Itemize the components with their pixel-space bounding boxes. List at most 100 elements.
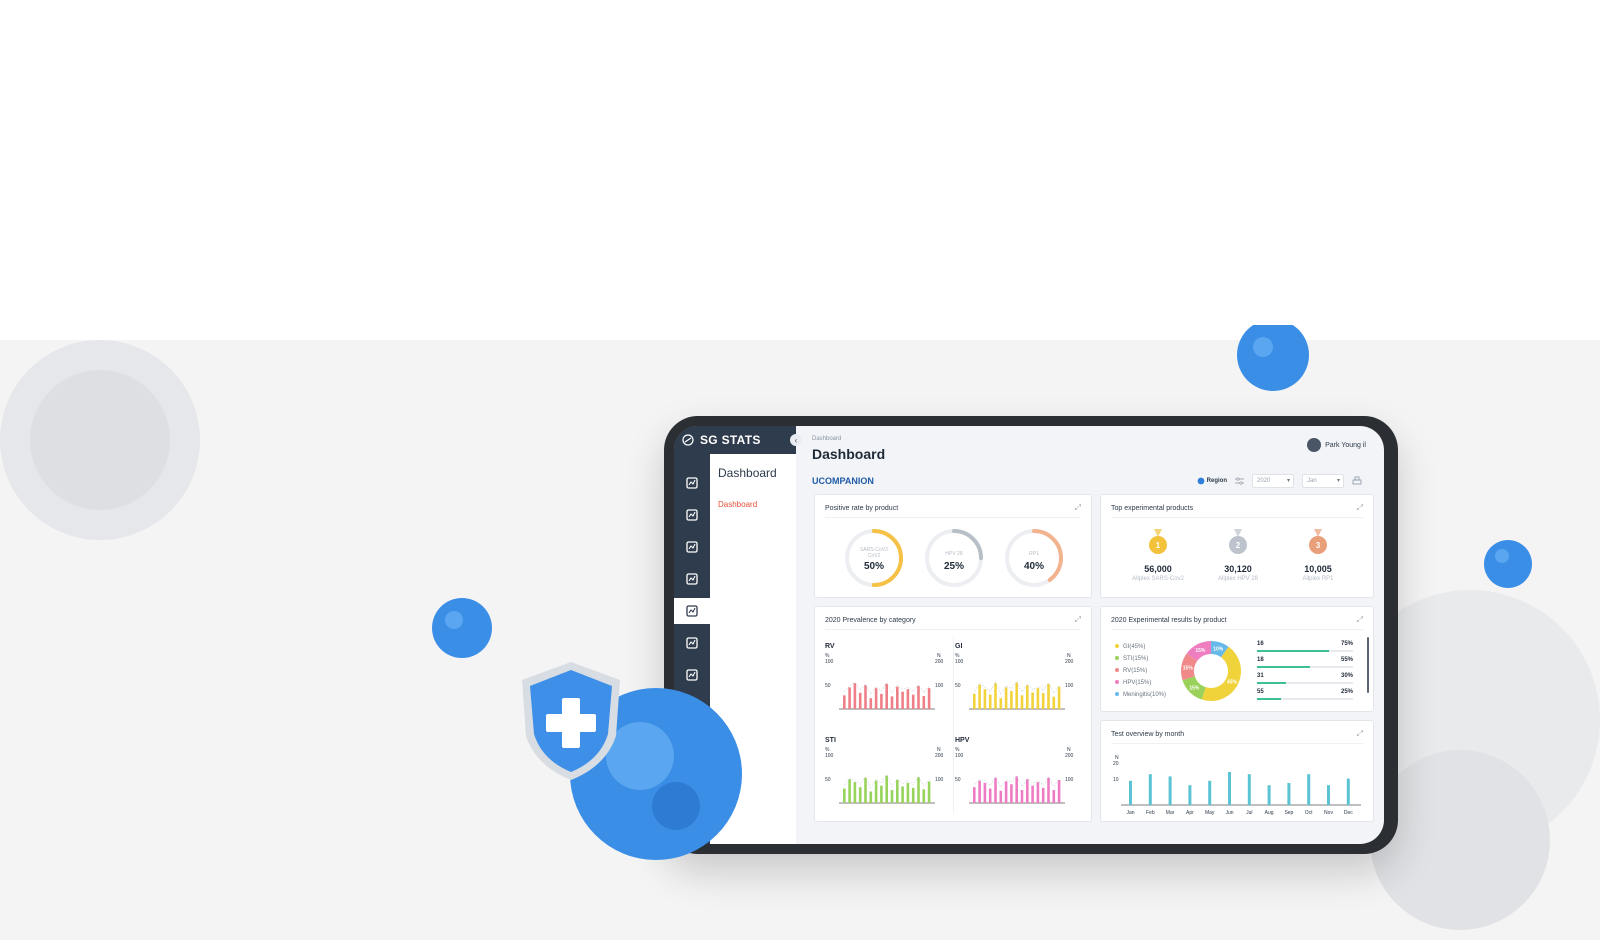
legend: GI(45%) STI(15%) RV(15%) HPV(15%) Meningitis… xyxy=(1115,641,1166,701)
dashboard-screen: SG STATS ‹ Dashboard Dashboard Dashboard… xyxy=(674,426,1384,844)
axis-tick: 100 xyxy=(955,753,964,759)
progress-count: 55 xyxy=(1257,689,1264,695)
expand-icon[interactable]: ⤢ xyxy=(1075,503,1081,513)
bar xyxy=(1052,790,1056,803)
divider xyxy=(1111,743,1363,744)
medal-product: Allplex HPV 28 xyxy=(1217,576,1259,582)
gauge-2: HPV 28 25% xyxy=(923,527,985,589)
expand-icon[interactable]: ⤢ xyxy=(1075,615,1081,625)
bar xyxy=(858,692,862,709)
bar xyxy=(978,684,981,709)
bar xyxy=(1020,790,1024,803)
bar xyxy=(901,691,904,709)
bar xyxy=(1020,695,1024,709)
expand-icon[interactable]: ⤢ xyxy=(1357,615,1363,625)
bar xyxy=(1168,776,1172,805)
axis-tick: 200 xyxy=(1065,659,1074,665)
medal-value: 56,000 xyxy=(1144,564,1172,574)
breadcrumb[interactable]: Dashboard xyxy=(812,436,1368,442)
donut-label: 10% xyxy=(1213,647,1224,653)
card-prevalence: 2020 Prevalence by category ⤢ RV% 100 50 N 2… xyxy=(814,606,1092,822)
scrollbar[interactable] xyxy=(1367,637,1369,693)
bar xyxy=(848,779,851,803)
legend-dot xyxy=(1115,668,1119,673)
medal-product: Allplex RP1 xyxy=(1302,576,1334,582)
print-icon[interactable] xyxy=(1352,476,1362,486)
bar xyxy=(880,693,883,709)
virus-top-illustration xyxy=(1237,325,1309,391)
bar xyxy=(848,687,851,709)
axis-tick: 100 xyxy=(1065,777,1074,783)
medal-3: 3 10,005 Allplex RP1 xyxy=(1283,529,1353,582)
device-icon[interactable] xyxy=(679,630,705,656)
legend-label: STI(15%) xyxy=(1123,656,1149,662)
month-label: Jun xyxy=(1225,810,1233,816)
month-select[interactable]: Jan xyxy=(1302,474,1344,488)
filters: Region 2020 Jan xyxy=(1197,474,1362,488)
bar xyxy=(1036,688,1040,709)
bar xyxy=(927,688,931,709)
legend-label: RV(15%) xyxy=(1123,668,1148,674)
svg-text:3: 3 xyxy=(1316,541,1321,550)
user-menu[interactable]: Park Young il xyxy=(1307,438,1366,452)
bar xyxy=(917,777,920,803)
bar xyxy=(1208,780,1212,805)
bar xyxy=(1188,785,1192,805)
month-label: Nov xyxy=(1324,810,1333,816)
monitor-icon[interactable] xyxy=(674,598,710,624)
users-map-icon[interactable] xyxy=(679,534,705,560)
legend-dot xyxy=(1115,656,1119,661)
bar xyxy=(896,779,899,803)
gauge-label: SARS-CoV2 CoV2 xyxy=(860,547,888,559)
gauge-1: SARS-CoV2 CoV2 50% xyxy=(843,527,905,589)
axis-tick: 50 xyxy=(955,777,961,783)
globe-icon xyxy=(1197,477,1205,485)
page-title: Dashboard xyxy=(812,446,886,462)
progress-fill xyxy=(1257,650,1329,652)
mini-bar-chart xyxy=(969,775,1065,804)
medal-icon: 3 xyxy=(1309,529,1327,554)
virus-right-illustration xyxy=(1484,540,1532,588)
bar xyxy=(1247,774,1251,805)
bar xyxy=(973,787,976,803)
divider xyxy=(1111,517,1363,518)
bar xyxy=(988,694,992,709)
medal-icon: 2 xyxy=(1229,529,1247,554)
bar xyxy=(1057,779,1061,803)
medal-2: 2 30,120 Allplex HPV 28 xyxy=(1203,529,1273,582)
progress-track xyxy=(1257,698,1353,700)
panel-link-dashboard[interactable]: Dashboard xyxy=(718,500,757,509)
month-label: Dec xyxy=(1344,810,1353,816)
medal-value: 10,005 xyxy=(1304,564,1332,574)
card-title: 2020 Experimental results by product xyxy=(1111,617,1227,624)
axis-tick: 100 xyxy=(1065,683,1074,689)
region-filter[interactable]: Region xyxy=(1197,477,1227,485)
card-title: Top experimental products xyxy=(1111,505,1194,512)
bar xyxy=(922,696,926,709)
card-title: 2020 Prevalence by category xyxy=(825,617,916,624)
bar xyxy=(880,785,883,803)
bar xyxy=(1036,782,1040,803)
report-icon[interactable] xyxy=(679,566,705,592)
month-label: Sep xyxy=(1284,810,1293,816)
mini-chart-title: GI xyxy=(955,643,963,650)
bar xyxy=(901,786,904,803)
legend-item: STI(15%) xyxy=(1115,653,1166,665)
line-chart-icon[interactable] xyxy=(679,470,705,496)
test-overview-chart: Jan Feb Mar Apr May Jun Jul Aug Sep Oct Nov Dec xyxy=(1121,772,1361,816)
mini-bar-chart xyxy=(969,681,1065,710)
medal-value: 30,120 xyxy=(1224,564,1252,574)
presentation-icon[interactable] xyxy=(679,502,705,528)
shield-plus-icon xyxy=(522,662,620,780)
progress-count: 31 xyxy=(1257,673,1264,679)
settings-sliders-icon[interactable] xyxy=(1235,477,1244,485)
expand-icon[interactable]: ⤢ xyxy=(1357,729,1363,739)
legend-item: RV(15%) xyxy=(1115,665,1166,677)
bar xyxy=(917,685,920,709)
mini-chart-title: RV xyxy=(825,643,835,650)
bar xyxy=(1026,685,1029,709)
year-select[interactable]: 2020 xyxy=(1252,474,1294,488)
bar xyxy=(1004,781,1008,803)
expand-icon[interactable]: ⤢ xyxy=(1357,503,1363,513)
card-top-products: Top experimental products ⤢ 1 56,000 Allpl… xyxy=(1100,494,1374,598)
